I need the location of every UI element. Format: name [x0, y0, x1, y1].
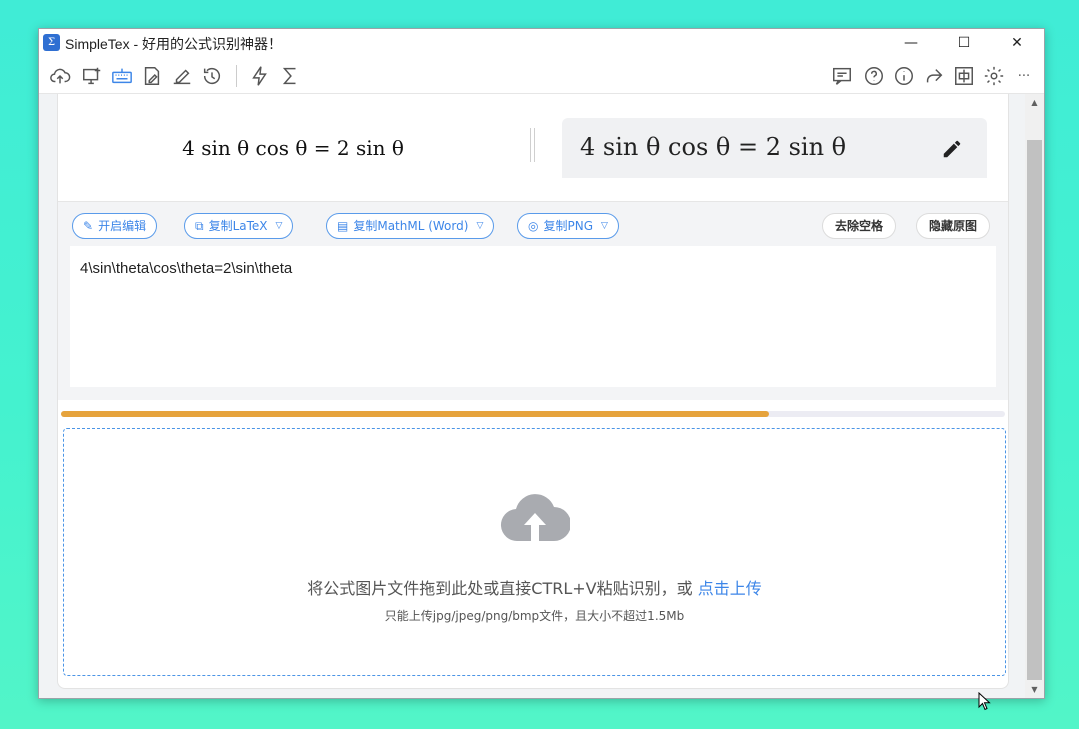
cloud-upload-icon — [500, 489, 571, 545]
settings-icon[interactable] — [981, 63, 1007, 89]
start-edit-label: 开启编辑 — [98, 219, 147, 233]
copy-latex-button[interactable]: ⧉ 复制LaTeX ▽ — [184, 213, 294, 239]
dropzone-file-hint: 只能上传jpg/jpeg/png/bmp文件，且大小不超过1.5Mb — [384, 609, 685, 623]
vertical-scrollbar[interactable]: ▲ ▼ — [1025, 94, 1044, 698]
app-window: Σ SimpleTex - 好用的公式识别神器！ — ☐ ✕ ··· 4 sin… — [38, 28, 1045, 699]
latex-code-text[interactable]: 4\sin\theta\cos\theta=2\sin\theta — [80, 260, 292, 277]
hide-original-button[interactable]: 隐藏原图 — [916, 213, 991, 239]
chat-icon[interactable] — [829, 63, 855, 89]
more-icon[interactable]: ··· — [1011, 63, 1037, 89]
result-card: 4 sin θ cos θ = 2 sin θ 4 sin θ cos θ = … — [57, 94, 1009, 689]
edit-document-icon[interactable] — [139, 63, 165, 89]
pencil-icon[interactable] — [941, 138, 963, 160]
lightning-icon[interactable] — [247, 63, 273, 89]
upload-dropzone[interactable]: 将公式图片文件拖到此处或直接CTRL+V粘贴识别，或 点击上传 只能上传jpg/… — [63, 428, 1006, 676]
dropzone-main-text: 将公式图片文件拖到此处或直接CTRL+V粘贴识别，或 — [307, 579, 693, 598]
rendered-formula-large: 4 sin θ cos θ = 2 sin θ — [580, 133, 847, 161]
language-icon[interactable] — [951, 63, 977, 89]
maximize-button[interactable]: ☐ — [941, 29, 987, 57]
start-edit-button[interactable]: ✎ 开启编辑 — [72, 213, 158, 239]
title-bar: Σ SimpleTex - 好用的公式识别神器！ — ☐ ✕ — [39, 29, 1044, 57]
latex-editor-area[interactable]: 4\sin\theta\cos\theta=2\sin\theta — [70, 246, 996, 387]
copy-mathml-label: 复制MathML (Word) — [353, 219, 469, 233]
keyboard-icon[interactable] — [109, 63, 135, 89]
preview-divider — [530, 128, 535, 162]
sigma-icon[interactable] — [277, 63, 303, 89]
handwrite-icon[interactable] — [169, 63, 195, 89]
mouse-cursor-icon — [978, 692, 991, 711]
image-icon: ◎ — [528, 219, 539, 233]
help-icon[interactable] — [861, 63, 887, 89]
main-content: 4 sin θ cos θ = 2 sin θ 4 sin θ cos θ = … — [39, 94, 1025, 698]
minimize-button[interactable]: — — [888, 29, 934, 57]
copy-latex-label: 复制LaTeX — [208, 219, 268, 233]
cloud-upload-icon[interactable] — [47, 63, 73, 89]
document-icon: ▤ — [337, 219, 349, 233]
scroll-down-arrow-icon[interactable]: ▼ — [1025, 681, 1044, 698]
dropzone-instructions: 将公式图片文件拖到此处或直接CTRL+V粘贴识别，或 点击上传 — [64, 575, 1005, 599]
rendered-formula-box: 4 sin θ cos θ = 2 sin θ — [562, 118, 987, 178]
progress-fill — [61, 411, 769, 417]
toolbar: ··· — [39, 57, 1044, 94]
app-logo-icon: Σ — [43, 34, 60, 51]
scrollbar-thumb[interactable] — [1027, 140, 1042, 680]
screen-capture-icon[interactable] — [79, 63, 105, 89]
copy-png-button[interactable]: ◎ 复制PNG ▽ — [517, 213, 619, 239]
rendered-formula-preview: 4 sin θ cos θ = 2 sin θ — [182, 135, 404, 160]
copy-icon: ⧉ — [195, 219, 204, 233]
edit-icon: ✎ — [83, 219, 94, 233]
share-icon[interactable] — [921, 63, 947, 89]
info-icon[interactable] — [891, 63, 917, 89]
progress-bar — [61, 411, 1005, 417]
chevron-down-icon: ▽ — [476, 221, 484, 231]
copy-mathml-button[interactable]: ▤ 复制MathML (Word) ▽ — [326, 213, 495, 239]
remove-spaces-button[interactable]: 去除空格 — [822, 213, 897, 239]
upload-link[interactable]: 点击上传 — [698, 579, 762, 598]
latex-editor[interactable]: 4\sin\theta\cos\theta=2\sin\theta — [70, 246, 996, 387]
close-button[interactable]: ✕ — [994, 29, 1040, 57]
history-icon[interactable] — [199, 63, 225, 89]
window-title: SimpleTex - 好用的公式识别神器！ — [65, 36, 283, 52]
chevron-down-icon: ▽ — [275, 221, 283, 231]
scroll-up-arrow-icon[interactable]: ▲ — [1025, 94, 1044, 111]
chevron-down-icon: ▽ — [601, 221, 608, 231]
copy-png-label: 复制PNG — [543, 219, 593, 233]
toolbar-separator — [236, 65, 237, 87]
action-bar: ✎ 开启编辑 ⧉ 复制LaTeX ▽ ▤ 复制MathML (Word) ▽ ◎… — [58, 201, 1008, 246]
